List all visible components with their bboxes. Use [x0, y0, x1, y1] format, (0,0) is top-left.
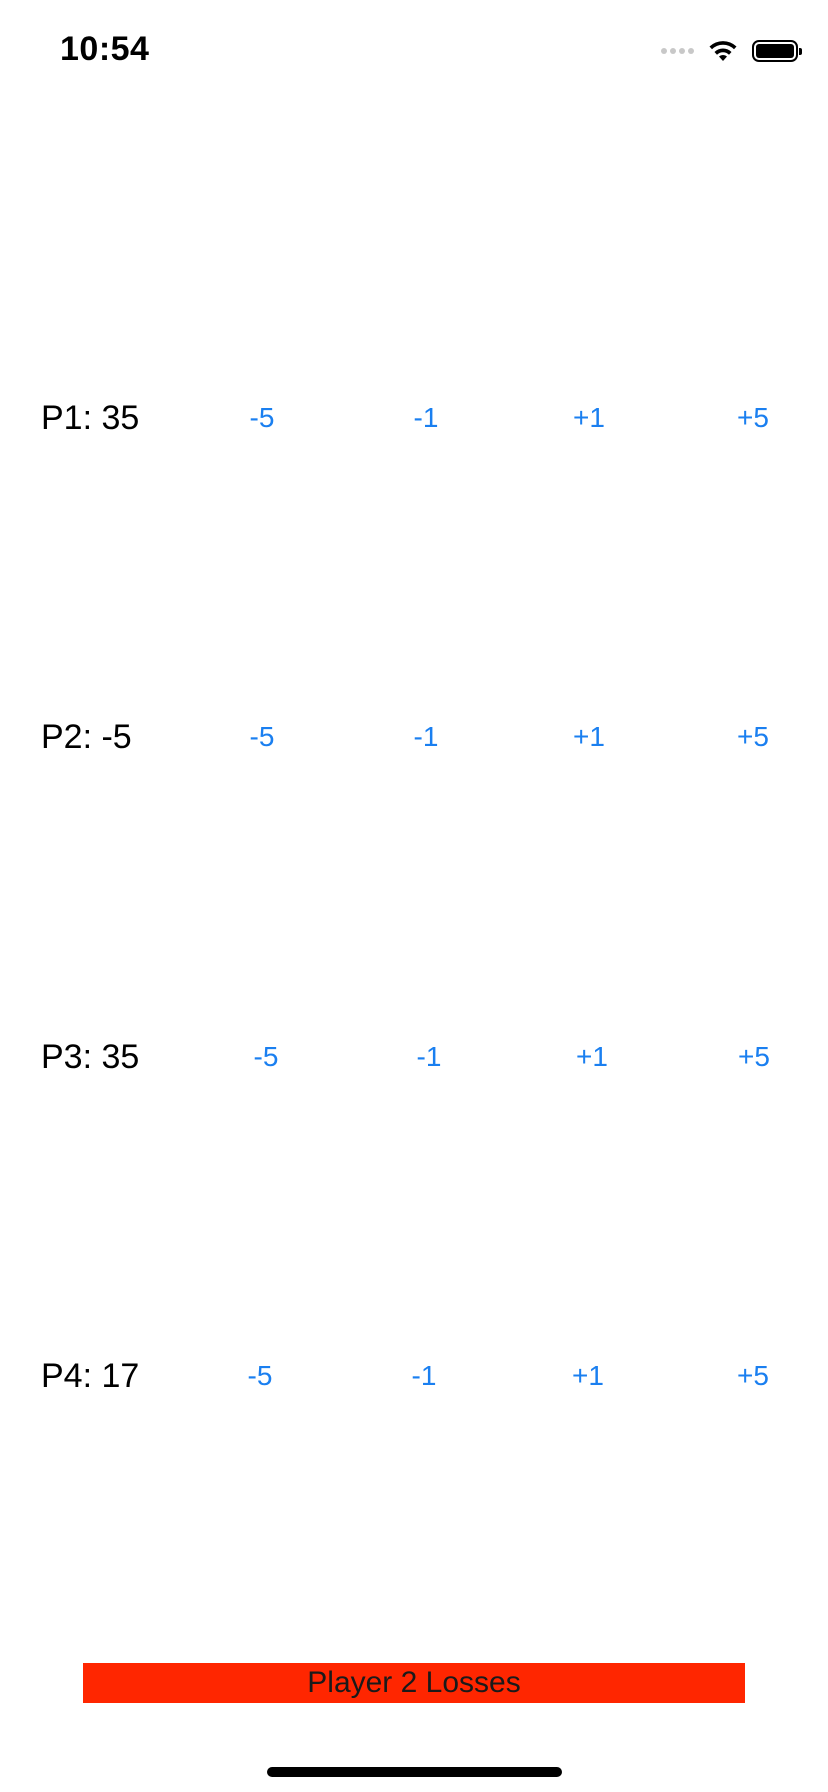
plus-1-button[interactable]: +1 — [548, 1356, 628, 1396]
cellular-signal-icon — [661, 48, 694, 54]
battery-icon — [752, 40, 802, 62]
player-score-label: P4: 17 — [41, 1357, 140, 1395]
minus-5-button[interactable]: -5 — [222, 398, 302, 438]
status-time: 10:54 — [60, 30, 150, 68]
status-icons — [661, 36, 802, 66]
minus-1-button[interactable]: -1 — [386, 398, 466, 438]
plus-1-button[interactable]: +1 — [552, 1037, 632, 1077]
player-score-label: P2: -5 — [41, 718, 132, 756]
player-score-label: P1: 35 — [41, 399, 140, 437]
player-row-p2: P2: -5 -5 -1 +1 +5 — [0, 707, 828, 767]
status-bar: 10:54 — [0, 0, 828, 100]
player-row-p1: P1: 35 -5 -1 +1 +5 — [0, 388, 828, 448]
plus-5-button[interactable]: +5 — [713, 398, 793, 438]
plus-5-button[interactable]: +5 — [713, 1356, 793, 1396]
minus-1-button[interactable]: -1 — [384, 1356, 464, 1396]
plus-5-button[interactable]: +5 — [714, 1037, 794, 1077]
plus-1-button[interactable]: +1 — [549, 398, 629, 438]
plus-5-button[interactable]: +5 — [713, 717, 793, 757]
plus-1-button[interactable]: +1 — [549, 717, 629, 757]
minus-1-button[interactable]: -1 — [389, 1037, 469, 1077]
player-row-p4: P4: 17 -5 -1 +1 +5 — [0, 1346, 828, 1406]
minus-5-button[interactable]: -5 — [226, 1037, 306, 1077]
wifi-icon — [709, 41, 737, 61]
minus-5-button[interactable]: -5 — [220, 1356, 300, 1396]
player-row-p3: P3: 35 -5 -1 +1 +5 — [0, 1027, 828, 1087]
minus-1-button[interactable]: -1 — [386, 717, 466, 757]
minus-5-button[interactable]: -5 — [222, 717, 302, 757]
result-banner: Player 2 Losses — [83, 1663, 745, 1703]
player-score-label: P3: 35 — [41, 1038, 140, 1076]
home-indicator[interactable] — [267, 1767, 562, 1777]
